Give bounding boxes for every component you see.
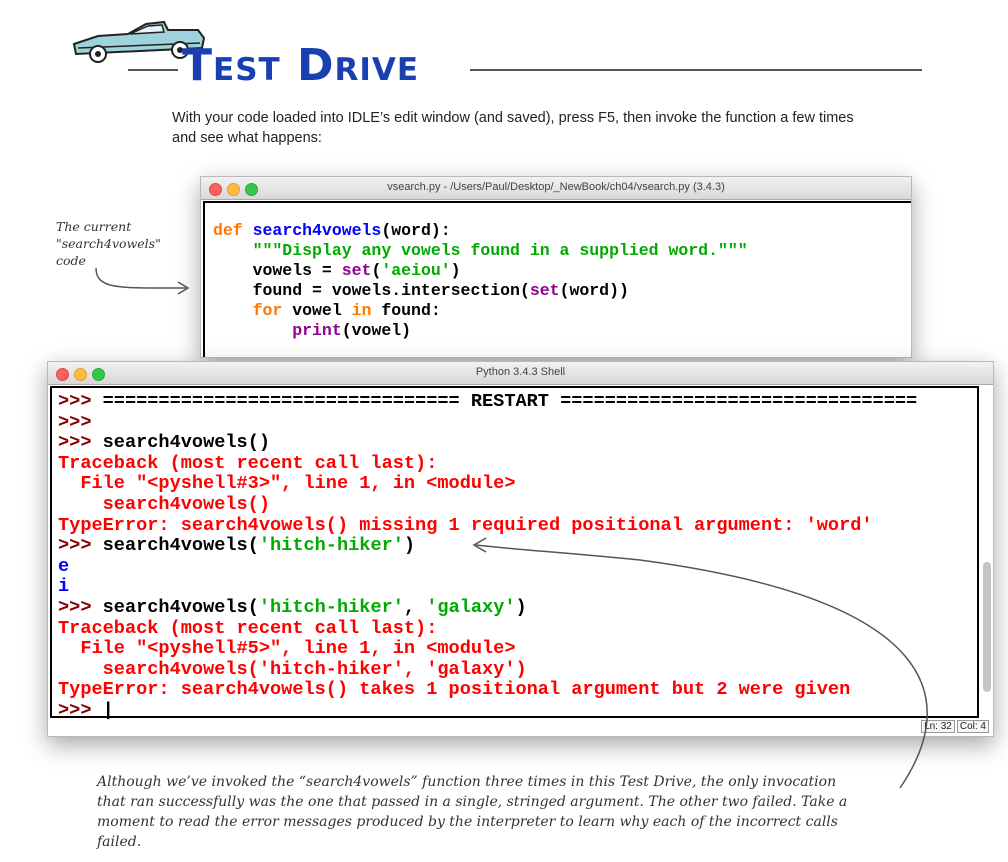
arrow-to-success-call bbox=[475, 544, 928, 789]
annotation-arrows bbox=[95, 267, 928, 789]
arrow-to-code bbox=[95, 267, 187, 289]
caption-note: Although we’ve invoked the “search4vowel… bbox=[97, 774, 848, 850]
